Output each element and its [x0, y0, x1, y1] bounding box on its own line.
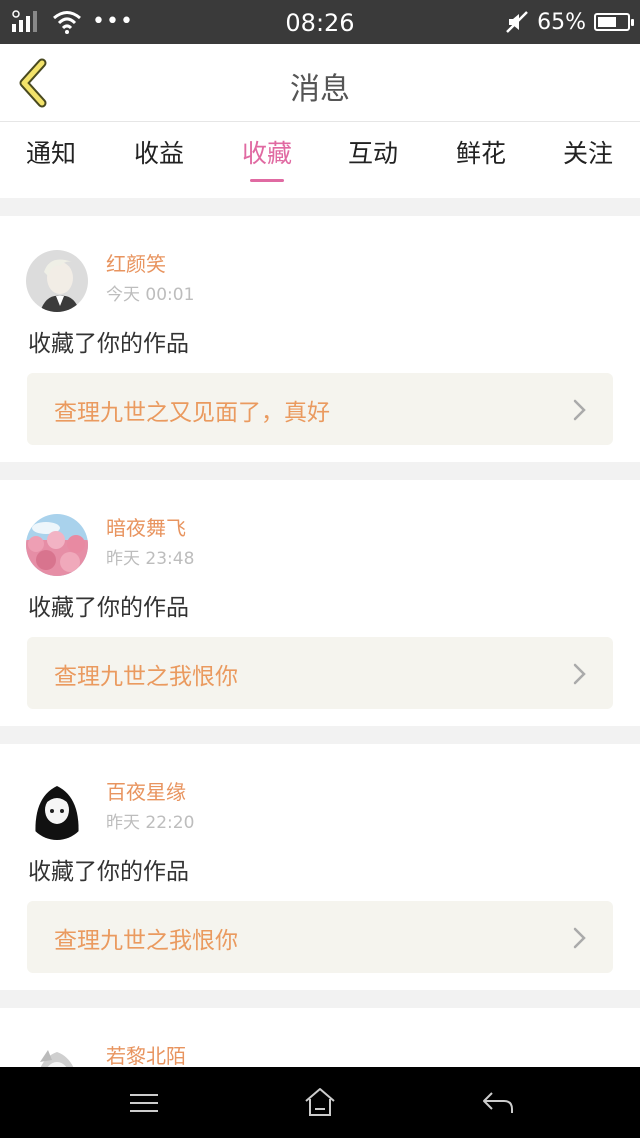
menu-icon: [130, 1094, 158, 1112]
work-title: 查理九世之我恨你: [54, 928, 238, 954]
system-navbar: [0, 1067, 640, 1138]
tab-label: 鲜花: [455, 139, 506, 168]
avatar-boy-icon[interactable]: [26, 250, 88, 312]
message-card: 红颜笑 今天 00:01 收藏了你的作品 查理九世之又见面了，真好: [0, 216, 640, 462]
chevron-right-icon: [573, 399, 586, 421]
work-link[interactable]: 查理九世之又见面了，真好: [27, 373, 613, 445]
work-link[interactable]: 查理九世之我恨你: [27, 637, 613, 709]
message-card: 暗夜舞飞 昨天 23:48 收藏了你的作品 查理九世之我恨你: [0, 480, 640, 726]
tab-label: 关注: [562, 139, 613, 168]
chevron-right-icon: [573, 663, 586, 685]
menu-button[interactable]: [124, 1085, 164, 1121]
back-arrow-icon: [483, 1092, 513, 1113]
tab-label: 通知: [25, 139, 76, 168]
tab-earnings[interactable]: 收益: [109, 134, 209, 190]
message-time: 昨天 22:20: [106, 813, 195, 833]
work-title: 查理九世之我恨你: [54, 664, 238, 690]
status-right: 65%: [505, 8, 634, 36]
tab-following[interactable]: 关注: [538, 134, 638, 190]
message-time: 昨天 23:48: [106, 549, 195, 569]
tab-label: 互动: [347, 139, 398, 168]
chevron-right-icon: [573, 927, 586, 949]
status-bar: ••• 08:26 65%: [0, 0, 640, 44]
page-title: 消息: [290, 72, 350, 107]
mute-icon: [506, 11, 528, 33]
message-action: 收藏了你的作品: [28, 859, 189, 885]
message-card: 若黎北陌: [0, 1008, 640, 1067]
tab-bar: 通知 收益 收藏 互动 鲜花 关注: [0, 122, 640, 198]
message-action: 收藏了你的作品: [28, 331, 189, 357]
tab-interactions[interactable]: 互动: [323, 134, 423, 190]
message-card: 百夜星缘 昨天 22:20 收藏了你的作品 查理九世之我恨你: [0, 744, 640, 990]
battery-percent: 65%: [537, 9, 586, 35]
tab-favorites[interactable]: 收藏: [217, 134, 317, 190]
tab-active-indicator: [250, 179, 284, 182]
message-time: 今天 00:01: [106, 285, 195, 305]
work-link[interactable]: 查理九世之我恨你: [27, 901, 613, 973]
tab-label: 收益: [133, 139, 184, 168]
tab-label: 收藏: [241, 139, 292, 168]
work-title: 查理九世之又见面了，真好: [54, 400, 330, 426]
username[interactable]: 百夜星缘: [106, 776, 186, 805]
username[interactable]: 若黎北陌: [106, 1040, 186, 1067]
tab-flowers[interactable]: 鲜花: [431, 134, 531, 190]
message-action: 收藏了你的作品: [28, 595, 189, 621]
battery-fill: [598, 17, 616, 27]
screen: ••• 08:26 65% 消息 通知 收益 收藏 互动 鲜花 关注 红颜笑 今…: [0, 0, 640, 1138]
avatar-girl-icon[interactable]: [26, 778, 88, 840]
battery-icon: [594, 13, 634, 31]
tab-notifications[interactable]: 通知: [1, 134, 101, 190]
header: 消息: [0, 44, 640, 122]
avatar-blossom-icon[interactable]: [26, 514, 88, 576]
back-nav-button[interactable]: [478, 1085, 518, 1121]
avatar-girl2-icon[interactable]: [26, 1042, 88, 1067]
username[interactable]: 红颜笑: [106, 248, 166, 277]
username[interactable]: 暗夜舞飞: [106, 512, 186, 541]
home-icon: [305, 1088, 335, 1116]
home-button[interactable]: [300, 1085, 340, 1121]
